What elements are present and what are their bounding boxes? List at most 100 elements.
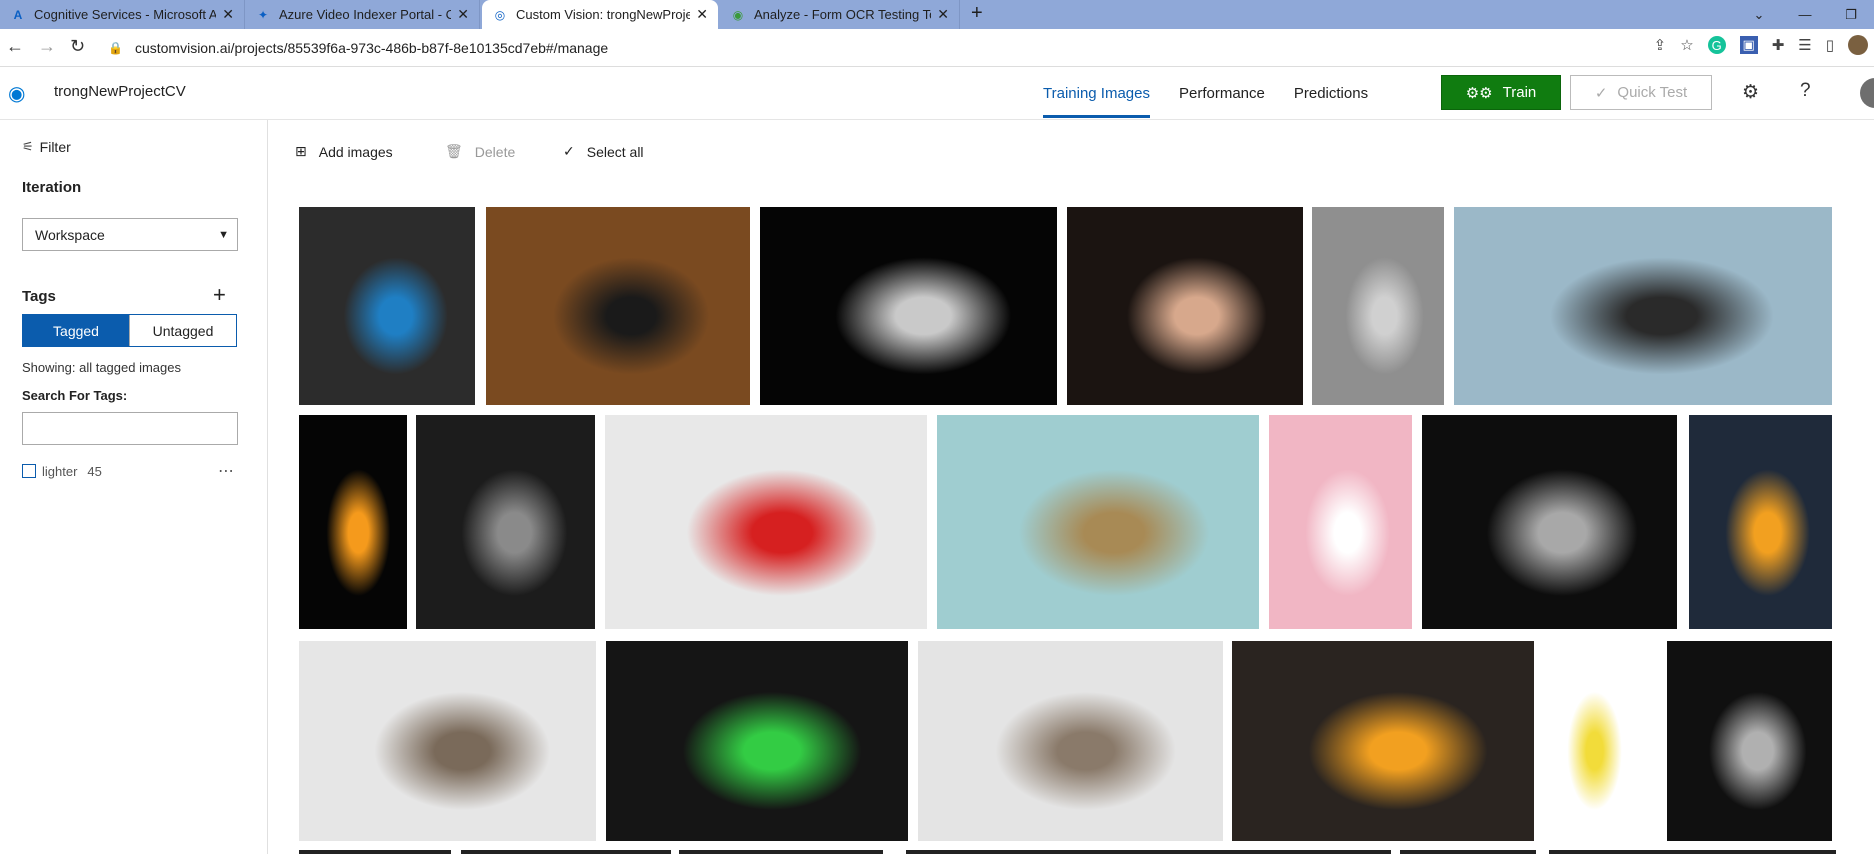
ocr-tool-icon: ◉ xyxy=(732,7,744,22)
filter-label: Filter xyxy=(39,139,71,155)
tag-list-item[interactable]: lighter 45 ⋯ xyxy=(22,460,238,482)
custom-vision-icon: ◎ xyxy=(494,7,506,22)
image-thumbnail[interactable] xyxy=(937,415,1259,629)
browser-tab[interactable]: ◉ Analyze - Form OCR Testing Tool ✕ xyxy=(720,0,960,29)
help-icon[interactable]: ? xyxy=(1800,80,1811,102)
close-icon[interactable]: ✕ xyxy=(937,6,949,23)
add-images-button[interactable]: ⊞ Add images xyxy=(295,143,393,160)
minimize-icon[interactable]: — xyxy=(1782,0,1828,29)
image-thumbnail[interactable] xyxy=(416,415,595,629)
image-thumbnail[interactable] xyxy=(1667,641,1832,841)
chevron-down-icon: ▼ xyxy=(218,228,229,241)
url-field[interactable]: 🔒 customvision.ai/projects/85539f6a-973c… xyxy=(108,35,608,61)
browser-tab-title: Analyze - Form OCR Testing Tool xyxy=(754,7,932,22)
image-thumbnail[interactable] xyxy=(918,641,1223,841)
image-thumbnail[interactable] xyxy=(1689,415,1832,629)
close-icon[interactable]: ✕ xyxy=(457,6,469,23)
add-images-label: Add images xyxy=(318,143,393,160)
grammarly-icon[interactable]: G xyxy=(1707,36,1726,54)
address-bar: ← → ↻ 🔒 customvision.ai/projects/85539f6… xyxy=(0,29,1874,67)
image-thumbnail[interactable] xyxy=(299,415,407,629)
check-icon: ✓ xyxy=(1594,84,1608,102)
lock-icon: 🔒 xyxy=(108,41,123,55)
bookmark-star-icon[interactable]: ☆ xyxy=(1680,36,1693,54)
tab-training-images[interactable]: Training Images xyxy=(1043,67,1179,120)
image-thumbnail[interactable] xyxy=(486,207,750,405)
browser-tab[interactable]: ✦ Azure Video Indexer Portal - Cog ✕ xyxy=(245,0,480,29)
reload-icon[interactable]: ↻ xyxy=(70,36,85,57)
quick-test-label: Quick Test xyxy=(1617,84,1688,101)
app-header: ◉ trongNewProjectCV Training Images Perf… xyxy=(0,67,1874,120)
image-thumbnail[interactable] xyxy=(1549,850,1836,854)
tab-performance[interactable]: Performance xyxy=(1179,67,1294,120)
new-tab-icon[interactable]: + xyxy=(971,2,983,25)
azure-icon: A xyxy=(13,7,23,22)
trash-icon: 🗑 xyxy=(445,143,463,159)
tab-predictions[interactable]: Predictions xyxy=(1294,67,1397,120)
settings-gear-icon[interactable]: ⚙ xyxy=(1742,81,1759,104)
iteration-select[interactable]: Workspace ▼ xyxy=(22,218,238,251)
eye-icon[interactable]: ◉ xyxy=(8,81,25,106)
image-thumbnail[interactable] xyxy=(1067,207,1303,405)
sidebar-icon[interactable]: ▯ xyxy=(1826,36,1834,54)
browser-tab[interactable]: A Cognitive Services - Microsoft Az ✕ xyxy=(0,0,245,29)
image-thumbnail[interactable] xyxy=(679,850,883,854)
add-image-icon: ⊞ xyxy=(295,143,307,159)
iteration-heading: Iteration xyxy=(22,179,82,196)
filter-button[interactable]: ⚟ Filter xyxy=(22,139,71,155)
forward-icon[interactable]: → xyxy=(38,36,56,57)
restore-icon[interactable]: ❐ xyxy=(1828,0,1874,29)
extension-icon[interactable]: ▣ xyxy=(1739,36,1758,54)
avatar[interactable] xyxy=(1860,78,1874,108)
filter-sidebar: ⚟ Filter Iteration Workspace ▼ Tags + Ta… xyxy=(0,120,268,854)
tags-heading: Tags xyxy=(22,288,56,305)
image-thumbnail[interactable] xyxy=(1269,415,1412,629)
train-button[interactable]: ⚙⚙ Train xyxy=(1441,75,1561,110)
image-thumbnail[interactable] xyxy=(299,850,451,854)
back-icon[interactable]: ← xyxy=(6,36,24,57)
close-icon[interactable]: ✕ xyxy=(696,6,708,23)
url-text: customvision.ai/projects/85539f6a-973c-4… xyxy=(134,40,609,56)
gears-icon: ⚙⚙ xyxy=(1465,84,1493,102)
image-thumbnail[interactable] xyxy=(606,641,908,841)
image-thumbnail[interactable] xyxy=(1454,207,1832,405)
browser-tab-strip: A Cognitive Services - Microsoft Az ✕ ✦ … xyxy=(0,0,1874,29)
puzzle-icon[interactable]: ✚ xyxy=(1772,36,1785,54)
tagged-toggle[interactable]: Tagged xyxy=(23,315,129,346)
image-thumbnail[interactable] xyxy=(906,850,1391,854)
tag-checkbox[interactable] xyxy=(22,464,36,478)
image-thumbnail[interactable] xyxy=(1544,641,1636,841)
image-thumbnail[interactable] xyxy=(1232,641,1534,841)
project-name[interactable]: trongNewProjectCV xyxy=(54,83,186,100)
untagged-toggle[interactable]: Untagged xyxy=(129,315,236,346)
profile-avatar[interactable] xyxy=(1848,35,1868,55)
select-all-button[interactable]: ✓ Select all xyxy=(563,143,644,160)
chevron-down-icon[interactable]: ⌄ xyxy=(1736,0,1782,29)
image-toolbar: ⊞ Add images 🗑 Delete ✓ Select all xyxy=(268,120,1874,186)
checkmark-icon: ✓ xyxy=(563,143,575,159)
quick-test-button[interactable]: ✓ Quick Test xyxy=(1570,75,1712,110)
search-tags-input[interactable] xyxy=(22,412,238,445)
close-icon[interactable]: ✕ xyxy=(222,6,234,23)
image-thumbnail[interactable] xyxy=(299,641,596,841)
search-tags-label: Search For Tags: xyxy=(22,388,128,403)
tag-filter-toggle: Tagged Untagged xyxy=(22,314,237,347)
image-thumbnail[interactable] xyxy=(1400,850,1536,854)
image-thumbnail[interactable] xyxy=(461,850,671,854)
select-all-label: Select all xyxy=(586,143,644,160)
image-thumbnail[interactable] xyxy=(1422,415,1677,629)
add-tag-icon[interactable]: + xyxy=(213,282,226,308)
image-thumbnail[interactable] xyxy=(760,207,1057,405)
tag-count: 45 xyxy=(87,463,102,479)
image-thumbnail[interactable] xyxy=(299,207,475,405)
image-thumbnail[interactable] xyxy=(1312,207,1444,405)
browser-tab-title: Custom Vision: trongNewProjectC xyxy=(516,7,691,22)
image-thumbnail[interactable] xyxy=(605,415,927,629)
filter-sliders-icon: ⚟ xyxy=(22,139,34,154)
delete-button[interactable]: 🗑 Delete xyxy=(445,143,515,160)
share-icon[interactable]: ⇪ xyxy=(1654,36,1667,54)
browser-tab-active[interactable]: ◎ Custom Vision: trongNewProjectC ✕ xyxy=(482,0,718,29)
reading-list-icon[interactable]: ☰ xyxy=(1798,36,1811,54)
more-options-icon[interactable]: ⋯ xyxy=(218,461,234,481)
browser-tab-title: Azure Video Indexer Portal - Cog xyxy=(279,7,452,22)
